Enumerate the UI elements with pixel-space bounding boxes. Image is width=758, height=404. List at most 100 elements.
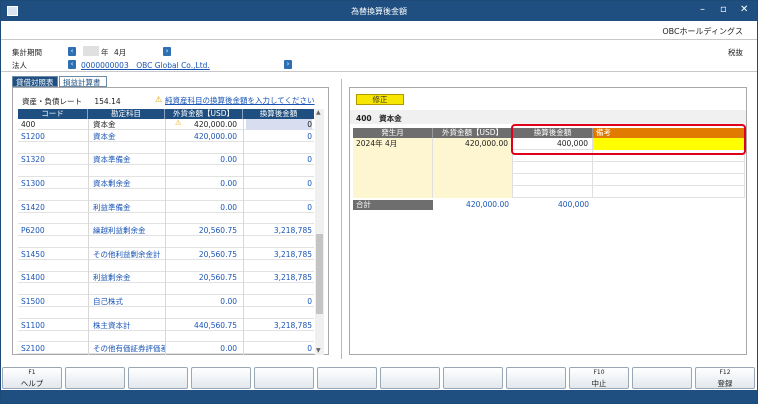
corp-link[interactable]: 0000000003 OBC Global Co.,Ltd. (81, 60, 210, 71)
row-converted-amount[interactable]: 0 (246, 202, 312, 213)
function-key-5-button[interactable] (254, 367, 314, 389)
prev-period-button[interactable]: ‹ (68, 47, 76, 56)
row-code (21, 143, 89, 154)
row-month (353, 174, 433, 186)
function-key-4-button[interactable] (191, 367, 251, 389)
function-key-7-button[interactable] (380, 367, 440, 389)
tab-income-statement[interactable]: 損益計算書 (59, 76, 107, 87)
warning-message[interactable]: ⚠ 純資産科目の換算後金額を入力してください (155, 95, 315, 106)
function-key-1-button[interactable]: F1 ヘルプ (2, 367, 62, 389)
row-converted-amount[interactable]: 0 (246, 178, 312, 189)
function-key-3-button[interactable] (128, 367, 188, 389)
table-row[interactable]: S1500 自己株式 0.00 0 (18, 296, 314, 307)
table-row[interactable] (18, 331, 314, 343)
row-converted-amount[interactable] (246, 261, 312, 272)
row-converted-amount[interactable]: 0 (246, 119, 312, 130)
table-row[interactable] (18, 284, 314, 296)
function-key-6-button[interactable] (317, 367, 377, 389)
table-row[interactable] (18, 190, 314, 201)
col-foreign-amount: 外貨金額【USD】 (433, 128, 513, 138)
row-converted-amount[interactable] (246, 166, 312, 177)
function-key-10-button[interactable]: F10 中止 (569, 367, 629, 389)
row-converted-amount[interactable]: 3,218,785 (246, 272, 312, 283)
row-converted-amount[interactable]: 0 (246, 154, 312, 165)
table-row[interactable]: S1300 資本剰余金 0.00 0 (18, 178, 314, 189)
table-row[interactable]: S1400 利益剰余金 20,560.75 3,218,785 (18, 272, 314, 284)
row-month (353, 150, 433, 162)
row-remarks[interactable] (593, 174, 745, 186)
table-row[interactable]: S1450 その他利益剰余金計 20,560.75 3,218,785 (18, 249, 314, 260)
row-remarks[interactable] (593, 186, 745, 198)
col-sep (88, 119, 89, 355)
col-sep (243, 119, 244, 355)
scroll-thumb[interactable] (316, 234, 323, 314)
highlight-box (511, 124, 746, 155)
table-row[interactable] (18, 143, 314, 154)
row-converted-amount[interactable] (246, 284, 312, 295)
minimize-icon[interactable]: – (700, 5, 705, 15)
month-value: 4月 (114, 48, 127, 57)
row-month (353, 162, 433, 174)
year-field[interactable] (83, 46, 99, 56)
row-code: P6200 (21, 226, 45, 236)
row-converted-amount[interactable] (246, 331, 312, 342)
panel-divider (341, 79, 342, 359)
row-account (93, 284, 165, 295)
row-foreign-amount (165, 308, 237, 319)
row-code (21, 331, 89, 342)
row-converted-amount[interactable] (246, 308, 312, 319)
table-row[interactable]: S1100 株主資本計 440,560.75 3,218,785 (18, 320, 314, 331)
account-list-scrollbar[interactable]: ▲ ▼ (315, 109, 324, 355)
table-row[interactable]: 400 資本金 420,000.00 0 ⚠ (18, 119, 314, 130)
row-account (93, 237, 165, 248)
edit-button[interactable]: 修正 (356, 94, 404, 105)
function-key-9-button[interactable] (506, 367, 566, 389)
function-key-11-button[interactable] (632, 367, 692, 389)
rate-label-text: 資産・負債レート (22, 97, 82, 106)
function-key-2-button[interactable] (65, 367, 125, 389)
row-converted-amount[interactable] (513, 162, 593, 174)
table-row[interactable]: P6200 繰越利益剰余金 20,560.75 3,218,785 (18, 225, 314, 237)
table-row[interactable]: S1320 資本準備金 0.00 0 (18, 154, 314, 166)
next-period-button[interactable]: › (163, 47, 171, 56)
row-account (93, 190, 165, 201)
row-code (21, 190, 89, 201)
table-row[interactable] (18, 261, 314, 272)
table-row (353, 186, 745, 198)
col-converted-amount: 換算後金額 (259, 109, 298, 118)
row-converted-amount[interactable] (513, 186, 593, 198)
row-converted-amount[interactable]: 0 (246, 296, 312, 307)
row-remarks[interactable] (593, 162, 745, 174)
tab-balance-sheet[interactable]: 貸借対照表 (12, 76, 58, 87)
table-row[interactable]: S1420 利益準備金 0.00 0 (18, 202, 314, 213)
prev-corp-button[interactable]: ‹ (68, 60, 76, 69)
row-converted-amount[interactable]: 3,218,785 (246, 249, 312, 260)
next-corp-button[interactable]: › (284, 60, 292, 69)
row-converted-amount[interactable] (246, 237, 312, 248)
scroll-down-icon[interactable]: ▼ (316, 347, 321, 354)
table-row[interactable]: S1200 資本金 420,000.00 0 (18, 131, 314, 142)
account-table-header: コード 勘定科目 外貨金額【USD】 換算後金額 (18, 109, 314, 119)
row-converted-amount[interactable] (246, 213, 312, 224)
table-row[interactable] (18, 166, 314, 178)
function-key-8-button[interactable] (443, 367, 503, 389)
row-converted-amount[interactable]: 3,218,785 (246, 320, 312, 331)
row-converted-amount[interactable] (513, 174, 593, 186)
table-row[interactable]: S2100 その他有価証券評価差額金 0.00 0 (18, 343, 314, 355)
row-converted-amount[interactable]: 3,218,785 (246, 225, 312, 236)
row-foreign-amount (165, 213, 237, 224)
function-key-name: F10 (593, 369, 605, 376)
table-row[interactable] (18, 213, 314, 225)
maximize-icon[interactable]: ▫ (720, 5, 727, 15)
row-foreign-amount: 20,560.75 (198, 226, 237, 236)
row-converted-amount[interactable]: 0 (246, 131, 312, 142)
table-row[interactable] (18, 237, 314, 248)
close-icon[interactable]: ✕ (740, 5, 748, 15)
row-code: S1500 (21, 297, 45, 306)
function-key-12-button[interactable]: F12 登録 (695, 367, 755, 389)
row-converted-amount[interactable] (246, 143, 312, 154)
row-converted-amount[interactable] (246, 190, 312, 201)
row-converted-amount[interactable]: 0 (246, 343, 312, 354)
table-row[interactable] (18, 308, 314, 319)
scroll-up-icon[interactable]: ▲ (316, 109, 321, 116)
